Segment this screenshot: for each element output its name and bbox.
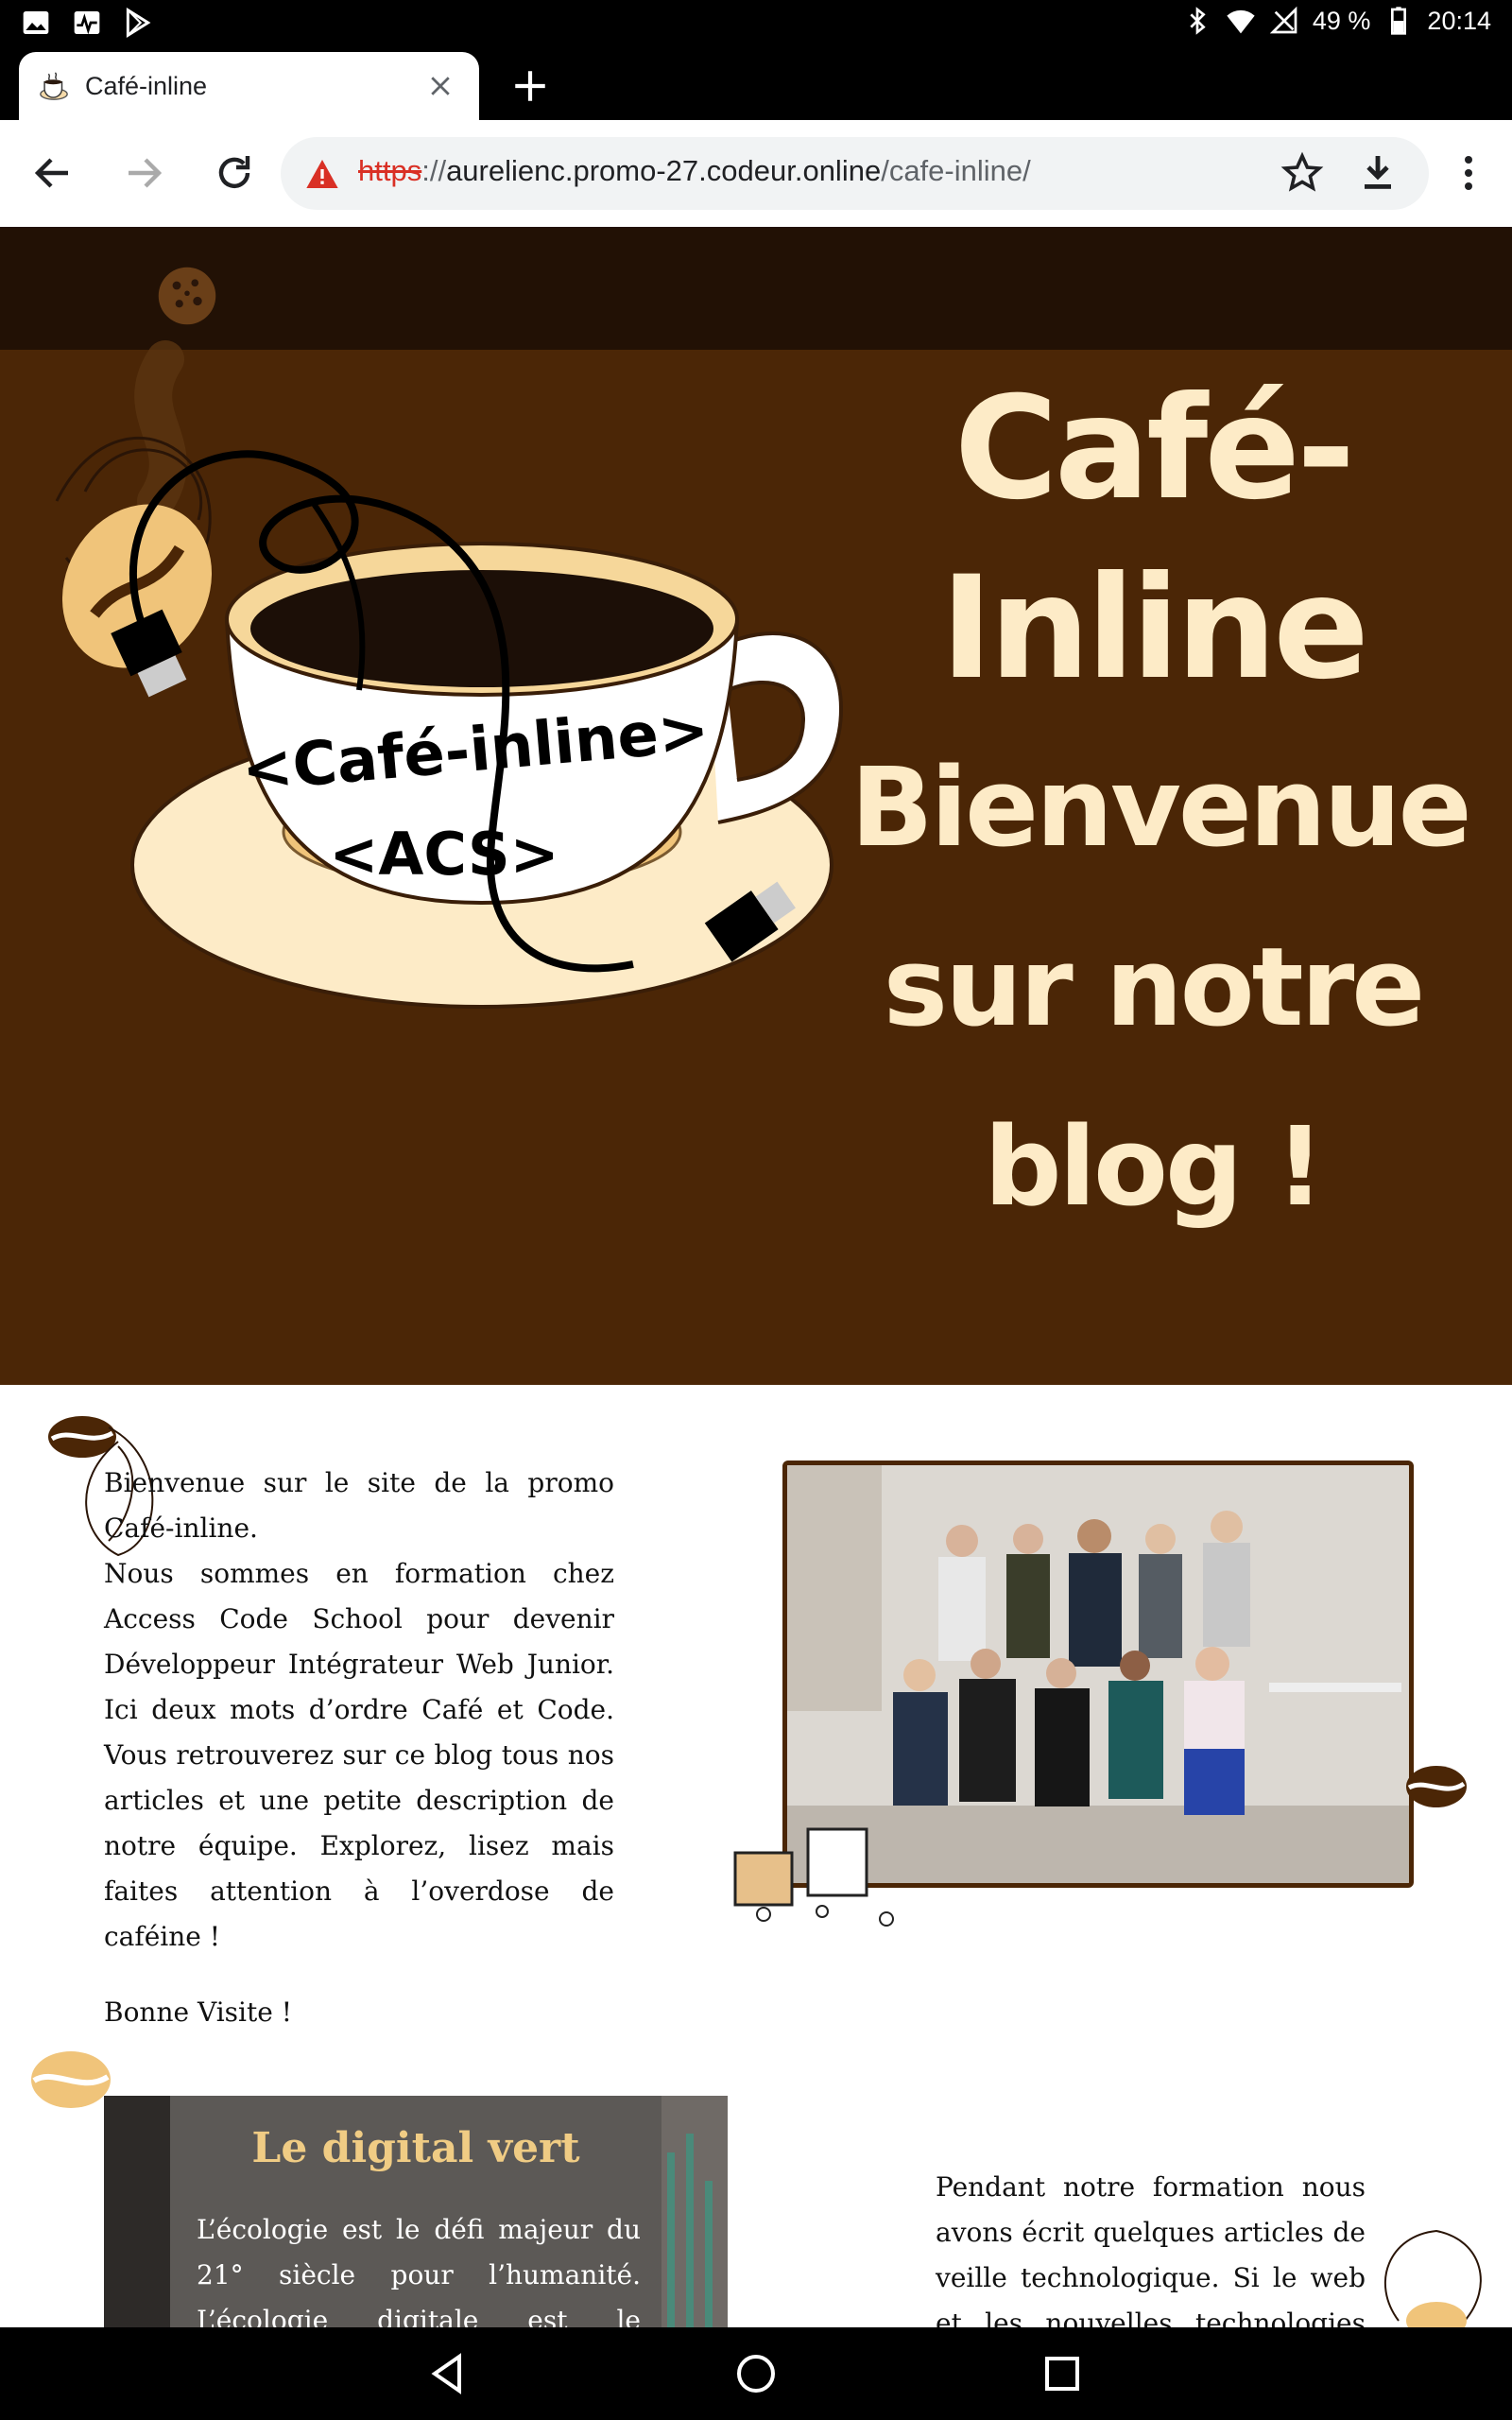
coffee-bean-icon — [1406, 1766, 1467, 1807]
wifi-icon — [1227, 9, 1255, 34]
notification-icons — [21, 8, 153, 38]
hero-title-line4: sur notre — [883, 925, 1426, 1051]
url-path: /cafe-inline/ — [881, 154, 1031, 187]
intro-paragraph-1: Bienvenue sur le site de la promo Café-i… — [104, 1467, 614, 1544]
url-scheme: https — [358, 154, 422, 187]
hero-title: Café- Inline Bienvenue sur notre blog ! — [850, 359, 1472, 1257]
hero-title-line1: Café- — [954, 367, 1356, 531]
reload-icon[interactable] — [212, 150, 257, 196]
coffee-bean-icon — [1383, 2229, 1482, 2330]
coffee-cup-favicon-icon — [40, 72, 68, 100]
bookmark-star-icon[interactable] — [1280, 150, 1325, 196]
intro-greeting: Bonne Visite ! — [104, 1996, 292, 2028]
browser-toolbar: https://aurelienc.promo-27.codeur.online… — [0, 120, 1512, 228]
cup-text-line2: <ACS> — [329, 820, 558, 889]
menu-dots-icon[interactable] — [1446, 150, 1491, 196]
intro-text: Bienvenue sur le site de la promo Café-i… — [104, 1461, 614, 2035]
url-separator: :// — [421, 154, 447, 187]
coffee-bean-icon — [31, 2051, 111, 2108]
intro-paragraph-2: Nous sommes en formation chez Access Cod… — [104, 1558, 614, 1952]
no-signal-icon — [1269, 6, 1297, 34]
play-store-icon — [126, 8, 151, 38]
back-triangle-icon[interactable] — [427, 2351, 472, 2396]
url-text: https://aurelienc.promo-27.codeur.online… — [358, 154, 1031, 188]
download-icon[interactable] — [1355, 150, 1400, 196]
gallery-icon — [23, 11, 49, 34]
system-nav-bar — [0, 2327, 1512, 2420]
tab-title: Café-inline — [85, 71, 208, 100]
browser-tab[interactable]: Café-inline — [19, 52, 479, 120]
url-host: aurelienc.promo-27.codeur.online — [446, 154, 882, 187]
hero-title-line5: blog ! — [984, 1104, 1325, 1231]
sugar-cubes-icon — [733, 1827, 894, 1927]
close-tab-icon[interactable] — [426, 72, 455, 100]
activity-icon — [74, 11, 100, 35]
hero-title-line2: Inline — [940, 546, 1369, 711]
back-arrow-icon[interactable] — [30, 150, 76, 196]
article-title[interactable]: Le digital vert — [104, 2124, 728, 2172]
forward-arrow-icon[interactable] — [121, 150, 166, 196]
battery-percent: 49 % — [1312, 6, 1371, 35]
bluetooth-icon — [1190, 7, 1206, 35]
status-bar: 49 % 20:14 — [0, 0, 1512, 47]
new-tab-icon[interactable] — [510, 66, 550, 106]
recents-square-icon[interactable] — [1040, 2351, 1085, 2396]
not-secure-warning-icon[interactable] — [303, 155, 341, 193]
hero-title-line3: Bienvenue — [850, 745, 1472, 872]
home-circle-icon[interactable] — [733, 2351, 779, 2396]
tab-strip: Café-inline — [0, 47, 1512, 120]
battery-icon — [1391, 7, 1407, 35]
status-right: 49 % 20:14 — [1182, 6, 1491, 36]
address-bar[interactable]: https://aurelienc.promo-27.codeur.online… — [281, 137, 1429, 210]
clock: 20:14 — [1427, 6, 1491, 35]
coffee-cup-logo: <Café-inline> <ACS> — [55, 340, 844, 1009]
